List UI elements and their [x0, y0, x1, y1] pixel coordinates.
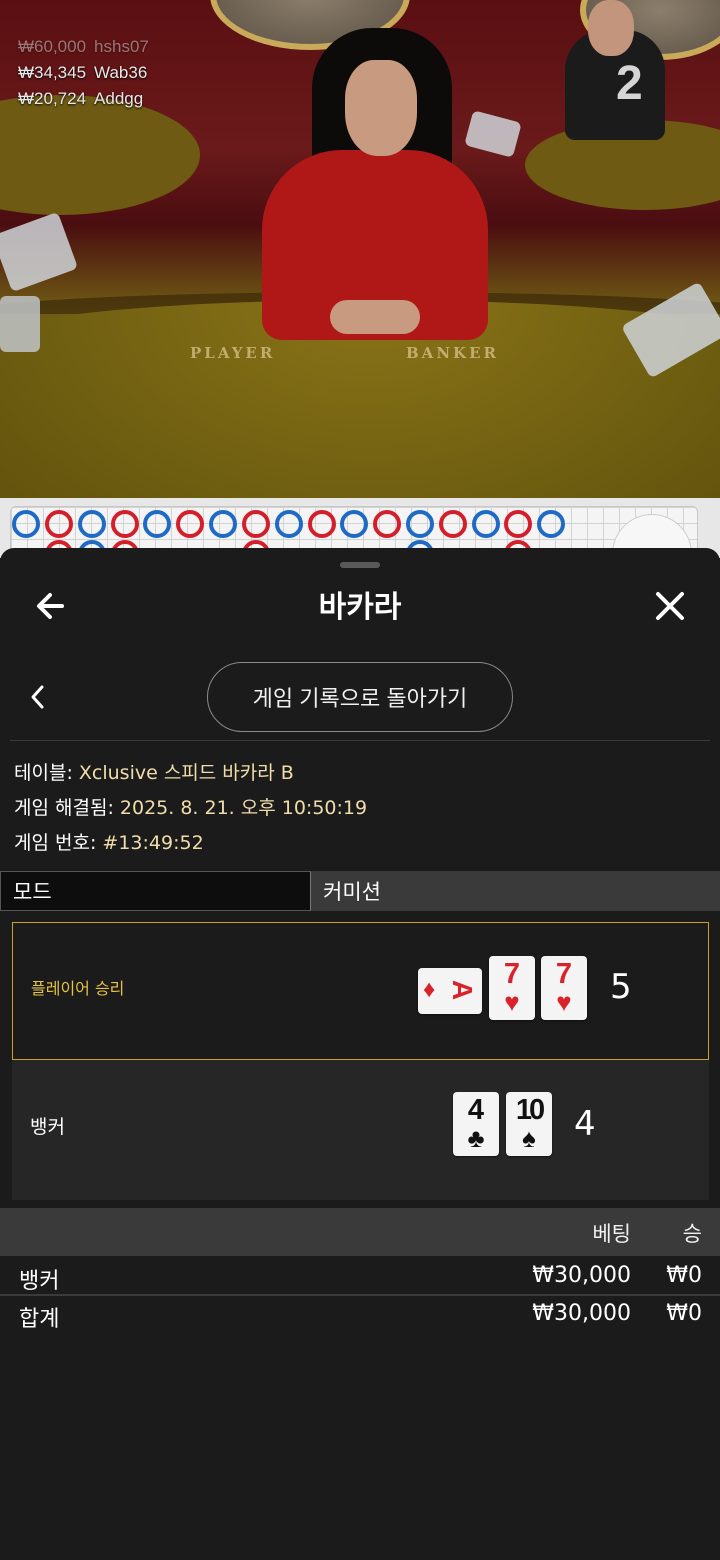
banker-result-marker — [373, 510, 401, 538]
player-result-marker — [406, 510, 434, 538]
mode-tabs: 모드 커미션 — [0, 871, 720, 911]
bet-feed-row: ₩20,724 Addgg — [18, 86, 149, 112]
player-result-marker — [340, 510, 368, 538]
dealer-face — [345, 60, 417, 156]
bet-feed-row: ₩34,345 Wab36 — [18, 60, 149, 86]
live-video-stream: PLAYER BANKER ₩60,000 hshs07 ₩34,345 Wab36… — [0, 0, 720, 498]
card-shoe — [0, 211, 79, 293]
playing-card: 7 ♥ — [541, 956, 587, 1020]
player-result-marker — [472, 510, 500, 538]
table-number: 2 — [616, 57, 643, 110]
banker-result-marker — [176, 510, 204, 538]
total-row: 합계 ₩30,000 ₩0 — [0, 1296, 720, 1334]
banker-result-marker — [308, 510, 336, 538]
round-info: 테이블: Xclusive 스피드 바카라 B 게임 해결됨: 2025. 8.… — [14, 756, 367, 861]
card-rank: 7 — [503, 958, 521, 990]
recent-bets-feed: ₩60,000 hshs07 ₩34,345 Wab36 ₩20,724 Addgg — [18, 34, 149, 112]
playing-card: 10 ♠ — [506, 1092, 552, 1156]
player-result-marker — [209, 510, 237, 538]
card-stack — [0, 296, 40, 352]
banker-score: 4 — [574, 1104, 596, 1144]
sheet-drag-handle[interactable] — [340, 562, 380, 568]
resolved-info-key: 게임 해결됨: — [14, 797, 114, 819]
card-rank: A — [447, 979, 479, 1001]
page-title: 바카라 — [318, 590, 402, 625]
table-info-row: 테이블: Xclusive 스피드 바카라 B — [14, 756, 367, 791]
banker-result-marker — [439, 510, 467, 538]
tab-mode[interactable]: 모드 — [0, 871, 311, 911]
round-results: 플레이어 승리 ♦ A 7 ♥ 7 ♥ 5 뱅커 4 ♣ 10 ♠ 4 — [12, 922, 709, 1200]
banker-result-marker — [242, 510, 270, 538]
dealer-hands — [330, 300, 420, 334]
player-result-marker — [143, 510, 171, 538]
table-info-key: 테이블: — [14, 762, 73, 784]
banker-result-row: 뱅커 4 ♣ 10 ♠ 4 — [12, 1062, 709, 1200]
bet-feed-amount: ₩20,724 — [18, 89, 87, 108]
card-suit: ♥ — [556, 987, 572, 1017]
resolved-info-row: 게임 해결됨: 2025. 8. 21. 오후 10:50:19 — [14, 791, 367, 826]
player-result-marker — [12, 510, 40, 538]
round-number-key: 게임 번호: — [14, 832, 97, 854]
bet-feed-user: hshs07 — [94, 37, 149, 56]
banker-result-label: 뱅커 — [30, 1116, 65, 1138]
round-number-row: 게임 번호: #13:49:52 — [14, 826, 367, 861]
card-suit: ♠ — [522, 1123, 536, 1153]
chevron-left-icon[interactable] — [26, 682, 50, 712]
divider — [10, 740, 710, 741]
bet-feed-amount: ₩60,000 — [18, 37, 87, 56]
bet-feed-user: Wab36 — [94, 63, 148, 82]
bet-feed-row: ₩60,000 hshs07 — [18, 34, 149, 60]
bet-feed-user: Addgg — [94, 89, 144, 108]
resolved-info-value: 2025. 8. 21. 오후 10:50:19 — [119, 797, 368, 819]
banker-result-marker — [504, 510, 532, 538]
playing-card: 4 ♣ — [453, 1092, 499, 1156]
bet-feed-amount: ₩34,345 — [18, 63, 87, 82]
card-shoe — [464, 110, 522, 158]
total-win-amount: ₩0 — [666, 1301, 702, 1326]
card-suit: ♣ — [467, 1123, 485, 1153]
tab-commission[interactable]: 커미션 — [311, 871, 720, 911]
table-row: 뱅커 ₩30,000 ₩0 — [0, 1258, 720, 1296]
card-rank: 4 — [467, 1094, 485, 1126]
win-column-header: 승 — [682, 1222, 702, 1246]
card-rank: 10 — [515, 1094, 545, 1126]
banker-area-label: BANKER — [406, 344, 499, 362]
playing-card: ♦ A — [418, 968, 482, 1014]
player-result-marker — [78, 510, 106, 538]
win-amount: ₩0 — [666, 1263, 702, 1288]
card-suit: ♦ — [423, 976, 436, 1003]
background-table — [0, 95, 200, 215]
close-icon[interactable] — [650, 586, 690, 626]
bets-table-header: 베팅 승 — [0, 1208, 720, 1256]
game-history-sheet: 바카라 게임 기록으로 돌아가기 테이블: Xclusive 스피드 바카라 B… — [0, 548, 720, 1560]
round-number-value: #13:49:52 — [102, 832, 204, 854]
card-suit: ♥ — [504, 987, 520, 1017]
banker-result-marker — [45, 510, 73, 538]
player-result-marker — [537, 510, 565, 538]
player-result-label: 플레이어 승리 — [31, 979, 125, 998]
player-area-label: PLAYER — [190, 344, 276, 362]
bet-name: 뱅커 — [19, 1269, 60, 1294]
player-result-row: 플레이어 승리 ♦ A 7 ♥ 7 ♥ 5 — [12, 922, 709, 1060]
background-dealer-face — [588, 0, 634, 56]
playing-card: 7 ♥ — [489, 956, 535, 1020]
player-score: 5 — [610, 967, 632, 1007]
bet-column-header: 베팅 — [592, 1222, 631, 1246]
bet-amount: ₩30,000 — [532, 1263, 631, 1288]
total-label: 합계 — [19, 1307, 60, 1332]
player-result-marker — [275, 510, 303, 538]
card-rank: 7 — [555, 958, 573, 990]
total-bet-amount: ₩30,000 — [532, 1301, 631, 1326]
banker-result-marker — [111, 510, 139, 538]
table-info-value: Xclusive 스피드 바카라 B — [78, 762, 294, 784]
return-to-history-button[interactable]: 게임 기록으로 돌아가기 — [207, 662, 513, 732]
